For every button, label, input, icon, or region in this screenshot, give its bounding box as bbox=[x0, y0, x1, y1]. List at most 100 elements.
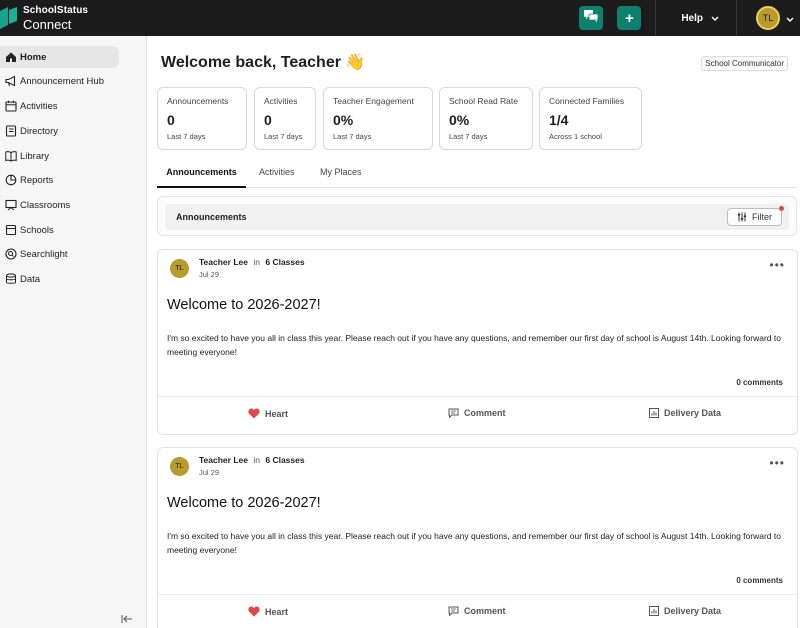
stat-card-connected-families[interactable]: Connected Families 1/4 Across 1 school bbox=[539, 87, 642, 150]
stat-card-teacher-engagement[interactable]: Teacher Engagement 0% Last 7 days bbox=[323, 87, 433, 150]
stat-label: School Read Rate bbox=[449, 96, 518, 106]
comment-button[interactable]: Comment bbox=[448, 606, 506, 616]
brand-logo-icon bbox=[0, 7, 18, 29]
user-avatar[interactable]: TL bbox=[756, 6, 780, 30]
searchlight-icon bbox=[4, 248, 17, 261]
chat-bubbles-icon bbox=[584, 9, 599, 27]
announcement-post: TL Teacher Lee in 6 Classes Jul 29 ••• W… bbox=[157, 249, 798, 435]
page-title: Welcome back, Teacher 👋 bbox=[161, 54, 366, 71]
stat-label: Activities bbox=[264, 96, 298, 106]
filter-button[interactable]: Filter bbox=[727, 206, 784, 226]
sidebar-item-schools[interactable]: Schools bbox=[0, 219, 147, 241]
megaphone-icon bbox=[4, 75, 17, 88]
heart-button[interactable]: Heart bbox=[248, 606, 288, 617]
sidebar-item-label: Schools bbox=[20, 224, 54, 236]
filter-panel-title: Announcements bbox=[176, 212, 247, 222]
sidebar-item-label: Announcement Hub bbox=[20, 75, 104, 87]
top-bar: SchoolStatus Connect + Help TL bbox=[0, 0, 800, 36]
stat-value: 1/4 bbox=[549, 112, 569, 128]
post-audience[interactable]: 6 Classes bbox=[265, 455, 304, 465]
stat-card-announcements[interactable]: Announcements 0 Last 7 days bbox=[157, 87, 247, 150]
stat-card-activities[interactable]: Activities 0 Last 7 days bbox=[254, 87, 316, 150]
sidebar-item-label: Library bbox=[20, 150, 50, 162]
database-icon bbox=[4, 273, 17, 286]
filter-bar: Announcements Filter bbox=[165, 204, 789, 230]
sidebar-item-home[interactable]: Home bbox=[0, 46, 119, 68]
classrooms-icon bbox=[4, 199, 17, 212]
filter-label: Filter bbox=[752, 212, 772, 222]
heart-button[interactable]: Heart bbox=[248, 408, 288, 419]
delivery-data-button[interactable]: Delivery Data bbox=[649, 606, 721, 616]
home-icon bbox=[4, 51, 17, 64]
comment-label: Comment bbox=[464, 408, 506, 418]
post-author[interactable]: Teacher Lee bbox=[199, 257, 248, 267]
help-menu-button[interactable]: Help bbox=[656, 13, 736, 24]
sidebar-item-label: Searchlight bbox=[20, 248, 68, 260]
sidebar-item-classrooms[interactable]: Classrooms bbox=[0, 194, 147, 216]
stat-subtext: Last 7 days bbox=[333, 132, 372, 141]
avatar[interactable]: TL bbox=[170, 457, 189, 476]
post-audience[interactable]: 6 Classes bbox=[265, 257, 304, 267]
more-options-icon[interactable]: ••• bbox=[769, 258, 785, 272]
stat-value: 0 bbox=[167, 112, 175, 128]
stat-subtext: Last 7 days bbox=[264, 132, 303, 141]
delivery-data-label: Delivery Data bbox=[664, 408, 722, 418]
brand-name: SchoolStatus bbox=[23, 4, 89, 16]
brand-logo[interactable]: SchoolStatus Connect bbox=[0, 0, 88, 36]
reports-pie-icon bbox=[4, 174, 17, 187]
schools-icon bbox=[4, 224, 17, 237]
announcements-filter-panel: Announcements Filter bbox=[157, 196, 797, 236]
more-options-icon[interactable]: ••• bbox=[769, 456, 785, 470]
delivery-data-button[interactable]: Delivery Data bbox=[649, 408, 721, 418]
sidebar-item-announcement-hub[interactable]: Announcement Hub bbox=[0, 70, 147, 92]
post-date: Jul 29 bbox=[199, 270, 220, 279]
stat-value: 0% bbox=[333, 112, 354, 128]
comment-icon bbox=[448, 408, 459, 418]
activities-icon bbox=[4, 100, 17, 113]
heart-icon bbox=[248, 408, 260, 419]
sidebar-item-activities[interactable]: Activities bbox=[0, 95, 147, 117]
bar-chart-icon bbox=[649, 606, 659, 616]
post-date: Jul 29 bbox=[199, 468, 220, 477]
post-in-label: in bbox=[253, 257, 260, 267]
chevron-down-icon[interactable] bbox=[786, 9, 794, 27]
comments-count[interactable]: 0 comments bbox=[736, 378, 783, 387]
messages-button[interactable] bbox=[579, 6, 604, 30]
divider bbox=[736, 0, 737, 36]
directory-icon bbox=[4, 125, 17, 138]
stat-subtext: Last 7 days bbox=[167, 132, 206, 141]
sidebar-item-label: Home bbox=[20, 51, 47, 63]
post-in-label: in bbox=[253, 455, 260, 465]
comment-label: Comment bbox=[464, 606, 506, 616]
tab-activities[interactable]: Activities bbox=[259, 164, 295, 188]
divider bbox=[158, 396, 797, 397]
stat-label: Announcements bbox=[167, 96, 229, 106]
sidebar: Home Announcement Hub Activities Directo… bbox=[0, 36, 147, 628]
comments-count[interactable]: 0 comments bbox=[736, 576, 783, 585]
avatar[interactable]: TL bbox=[170, 259, 189, 278]
stat-label: Teacher Engagement bbox=[333, 96, 414, 106]
chevron-down-icon bbox=[711, 13, 719, 24]
announcement-post: TL Teacher Lee in 6 Classes Jul 29 ••• W… bbox=[157, 447, 798, 628]
heart-label: Heart bbox=[265, 606, 289, 617]
tab-my-places[interactable]: My Places bbox=[320, 164, 362, 188]
collapse-sidebar-icon[interactable] bbox=[121, 615, 132, 626]
sidebar-item-library[interactable]: Library bbox=[0, 145, 147, 167]
create-button[interactable]: + bbox=[617, 6, 642, 30]
post-author[interactable]: Teacher Lee bbox=[199, 455, 248, 465]
filter-active-dot bbox=[779, 206, 784, 211]
main-content: Welcome back, Teacher 👋 School Communica… bbox=[148, 36, 800, 628]
sidebar-item-directory[interactable]: Directory bbox=[0, 120, 147, 142]
stat-label: Connected Families bbox=[549, 96, 625, 106]
post-title: Welcome to 2026-2027! bbox=[167, 297, 321, 313]
sidebar-item-data[interactable]: Data bbox=[0, 268, 147, 290]
bar-chart-icon bbox=[649, 408, 659, 418]
role-badge: School Communicator bbox=[701, 56, 788, 71]
sidebar-item-reports[interactable]: Reports bbox=[0, 169, 147, 191]
tab-announcements[interactable]: Announcements bbox=[157, 164, 246, 188]
comment-button[interactable]: Comment bbox=[448, 408, 506, 418]
stat-card-school-read-rate[interactable]: School Read Rate 0% Last 7 days bbox=[439, 87, 533, 150]
stat-value: 0% bbox=[449, 112, 470, 128]
help-label: Help bbox=[681, 12, 703, 24]
sidebar-item-searchlight[interactable]: Searchlight bbox=[0, 243, 147, 265]
